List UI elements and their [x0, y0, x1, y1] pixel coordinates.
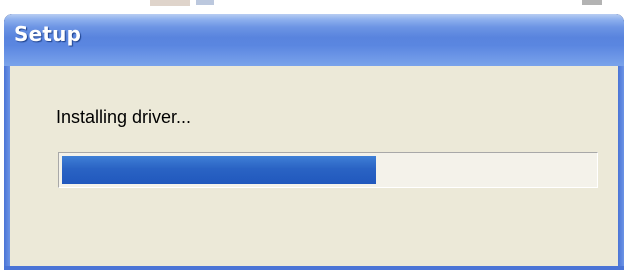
- background-artifact: [582, 0, 602, 5]
- window-title: Setup: [14, 22, 82, 46]
- background-desktop-strip: [0, 0, 628, 14]
- background-artifact: [196, 0, 214, 5]
- setup-dialog-window: Setup Installing driver...: [4, 14, 624, 270]
- background-artifact: [150, 0, 190, 6]
- window-frame-right: [618, 66, 624, 270]
- title-bar[interactable]: Setup: [4, 14, 624, 66]
- progress-bar: [58, 152, 598, 188]
- status-label: Installing driver...: [56, 107, 192, 127]
- progress-bar-fill: [62, 156, 376, 184]
- window-frame-bottom: [4, 266, 624, 270]
- dialog-body: Installing driver...: [10, 66, 618, 266]
